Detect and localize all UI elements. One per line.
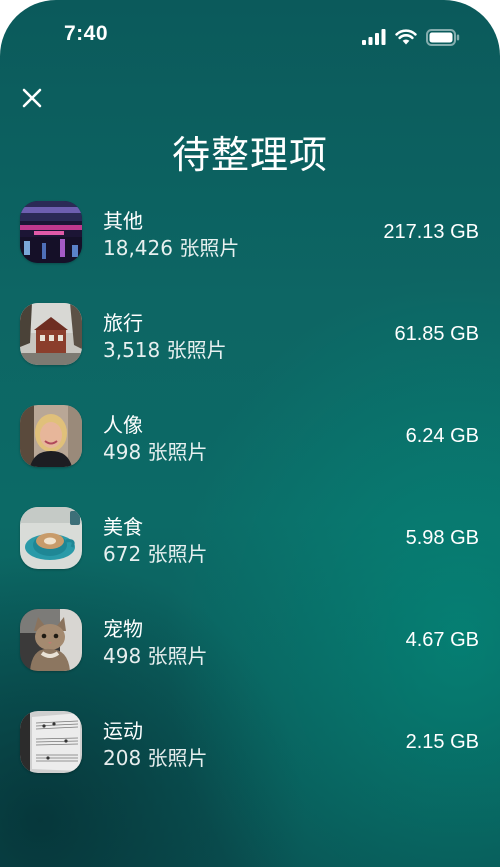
photo-count: 3,518 张照片 [103,338,227,362]
photo-count: 18,426 张照片 [103,236,240,260]
screen: 7:40 待整理项 其他 18,426 张照片 217.13 GB 旅行 3,5… [0,0,500,867]
storage-size: 4.67 GB [405,629,479,651]
cellular-signal-icon [362,29,386,45]
category-name: 美食 [103,515,143,539]
storage-size: 5.98 GB [405,527,479,549]
category-row-other[interactable]: 其他 18,426 张照片 217.13 GB [0,200,500,266]
photo-count: 498 张照片 [103,644,208,668]
category-name: 人像 [103,413,143,437]
photo-count: 498 张照片 [103,440,208,464]
category-row-pets[interactable]: 宠物 498 张照片 4.67 GB [0,608,500,674]
wifi-icon [395,29,417,45]
status-icons [362,27,460,47]
category-name: 宠物 [103,617,143,641]
category-name: 运动 [103,719,143,743]
status-bar: 7:40 [0,0,500,76]
thumbnail-cat [20,609,82,671]
battery-icon [426,28,460,46]
category-row-travel[interactable]: 旅行 3,518 张照片 61.85 GB [0,302,500,368]
photo-count: 208 张照片 [103,746,208,770]
thumbnail-sheet-music [20,711,82,773]
category-row-portrait[interactable]: 人像 498 张照片 6.24 GB [0,404,500,470]
category-name: 其他 [103,209,143,233]
storage-size: 6.24 GB [405,425,479,447]
thumbnail-coffee-cup [20,507,82,569]
storage-size: 217.13 GB [383,221,479,243]
thumbnail-abstract-lights [20,201,82,263]
category-name: 旅行 [103,311,143,335]
page-title: 待整理项 [171,133,328,177]
status-time: 7:40 [64,22,109,45]
category-row-food[interactable]: 美食 672 张照片 5.98 GB [0,506,500,572]
category-row-sports[interactable]: 运动 208 张照片 2.15 GB [0,710,500,776]
close-icon [22,88,42,108]
thumbnail-travel-building [20,303,82,365]
storage-size: 2.15 GB [405,731,479,753]
thumbnail-portrait-woman [20,405,82,467]
photo-count: 672 张照片 [103,542,208,566]
storage-size: 61.85 GB [394,323,479,345]
close-button[interactable] [18,84,46,112]
